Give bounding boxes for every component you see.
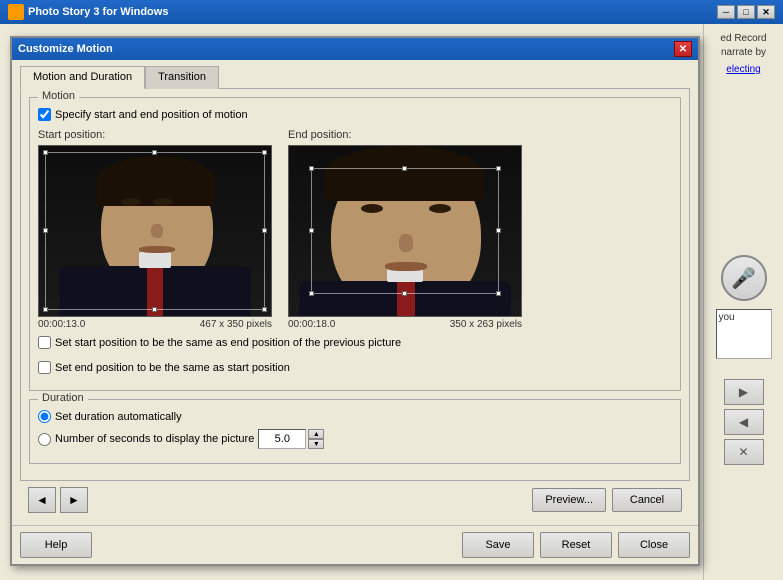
motion-group: Motion Specify start and end position of… (29, 97, 681, 391)
motion-content: Specify start and end position of motion… (38, 108, 672, 382)
same-as-start-row: Set end position to be the same as start… (38, 361, 672, 374)
minimize-button[interactable]: ─ (717, 5, 735, 19)
end-position-label: End position: (288, 129, 522, 141)
tab-motion-duration[interactable]: Motion and Duration (20, 66, 145, 89)
titlebar-buttons: ─ □ ✕ (717, 5, 775, 19)
dialog-titlebar: Customize Motion ✕ (12, 38, 698, 60)
dialog-body: Motion and Duration Transition Motion Sp… (12, 60, 698, 525)
dialog-footer: ◄ ► Preview... Cancel (20, 481, 690, 519)
seconds-duration-row: Number of seconds to display the picture… (38, 429, 672, 449)
tab-bar: Motion and Duration Transition (20, 66, 690, 89)
bg-text-1: ed Record (720, 32, 766, 46)
tab-motion-duration-label: Motion and Duration (33, 71, 132, 83)
seconds-duration-radio[interactable] (38, 433, 51, 446)
end-dimensions: 350 x 263 pixels (450, 319, 522, 330)
duration-group: Duration Set duration automatically Numb… (29, 399, 681, 464)
spinner-down-icon: ▼ (313, 441, 320, 448)
dialog-title: Customize Motion (18, 43, 113, 55)
auto-duration-row: Set duration automatically (38, 410, 672, 423)
duration-group-label: Duration (38, 392, 88, 404)
right-panel: ed Record narrate by electing 🎤 you ▶ ◀ … (703, 24, 783, 580)
mic-icon: 🎤 (731, 266, 756, 291)
nav-x-icon: ✕ (738, 445, 748, 459)
dialog-close-icon: ✕ (679, 44, 687, 55)
auto-duration-radio[interactable] (38, 410, 51, 423)
nav-left-button[interactable]: ◀ (724, 409, 764, 435)
bg-link[interactable]: electing (726, 64, 760, 75)
spinner-buttons: ▲ ▼ (308, 429, 324, 449)
end-selection-box (311, 168, 499, 294)
same-as-prev-checkbox[interactable] (38, 336, 51, 349)
main-footer: Help Save Reset Close (12, 525, 698, 564)
start-position-panel: Start position: (38, 129, 272, 330)
start-dimensions: 467 x 350 pixels (200, 319, 272, 330)
nav-left-icon: ◀ (739, 415, 748, 429)
same-as-prev-row: Set start position to be the same as end… (38, 336, 672, 349)
help-button[interactable]: Help (20, 532, 92, 558)
next-arrow-button[interactable]: ► (60, 487, 88, 513)
same-as-prev-label: Set start position to be the same as end… (55, 337, 401, 349)
preview-button[interactable]: Preview... (532, 488, 606, 512)
start-timestamp: 00:00:13.0 (38, 319, 85, 330)
specify-checkbox[interactable] (38, 108, 51, 121)
spinner-up-icon: ▲ (313, 431, 320, 438)
tab-transition-label: Transition (158, 71, 206, 83)
specify-checkbox-row: Specify start and end position of motion (38, 108, 672, 121)
nav-right-button[interactable]: ▶ (724, 379, 764, 405)
nav-buttons-panel: ▶ ◀ ✕ (724, 379, 764, 465)
customize-motion-dialog: Customize Motion ✕ Motion and Duration T… (10, 36, 700, 566)
nav-right-icon: ▶ (739, 385, 748, 399)
maximize-button[interactable]: □ (737, 5, 755, 19)
prev-arrow-icon: ◄ (36, 493, 48, 507)
motion-group-label: Motion (38, 90, 79, 102)
tab-transition[interactable]: Transition (145, 66, 219, 89)
dialog-close-button[interactable]: ✕ (674, 41, 692, 57)
bg-text-2: narrate by (721, 46, 766, 60)
seconds-spinner: ▲ ▼ (258, 429, 324, 449)
seconds-duration-label: Number of seconds to display the picture (55, 433, 254, 445)
save-button[interactable]: Save (462, 532, 534, 558)
spinner-up-button[interactable]: ▲ (308, 429, 324, 439)
start-selection-box (45, 152, 265, 310)
same-as-start-label: Set end position to be the same as start… (55, 362, 290, 374)
navigation-arrows: ◄ ► (28, 487, 88, 513)
app-titlebar: Photo Story 3 for Windows ─ □ ✕ (0, 0, 783, 24)
extra-checkboxes: Set start position to be the same as end… (38, 336, 672, 382)
textbox-content: you (719, 312, 735, 323)
images-row: Start position: (38, 129, 672, 330)
next-arrow-icon: ► (68, 493, 80, 507)
mic-button[interactable]: 🎤 (721, 255, 767, 301)
end-position-panel: End position: (288, 129, 522, 330)
prev-arrow-button[interactable]: ◄ (28, 487, 56, 513)
end-image-info: 00:00:18.0 350 x 263 pixels (288, 319, 522, 330)
nav-x-button[interactable]: ✕ (724, 439, 764, 465)
start-position-label: Start position: (38, 129, 272, 141)
app-title: Photo Story 3 for Windows (28, 6, 168, 18)
spinner-down-button[interactable]: ▼ (308, 439, 324, 449)
specify-checkbox-label: Specify start and end position of motion (55, 109, 248, 121)
close-button[interactable]: Close (618, 532, 690, 558)
same-as-start-checkbox[interactable] (38, 361, 51, 374)
auto-duration-label: Set duration automatically (55, 411, 182, 423)
start-position-image[interactable] (38, 145, 272, 317)
cancel-button[interactable]: Cancel (612, 488, 682, 512)
duration-content: Set duration automatically Number of sec… (38, 410, 672, 449)
tab-content-area: Motion Specify start and end position of… (20, 88, 690, 481)
end-timestamp: 00:00:18.0 (288, 319, 335, 330)
close-app-button[interactable]: ✕ (757, 5, 775, 19)
start-image-info: 00:00:13.0 467 x 350 pixels (38, 319, 272, 330)
seconds-input[interactable] (258, 429, 306, 449)
narrate-textbox[interactable]: you (716, 309, 772, 359)
app-icon (8, 4, 24, 20)
reset-button[interactable]: Reset (540, 532, 612, 558)
end-position-image[interactable] (288, 145, 522, 317)
